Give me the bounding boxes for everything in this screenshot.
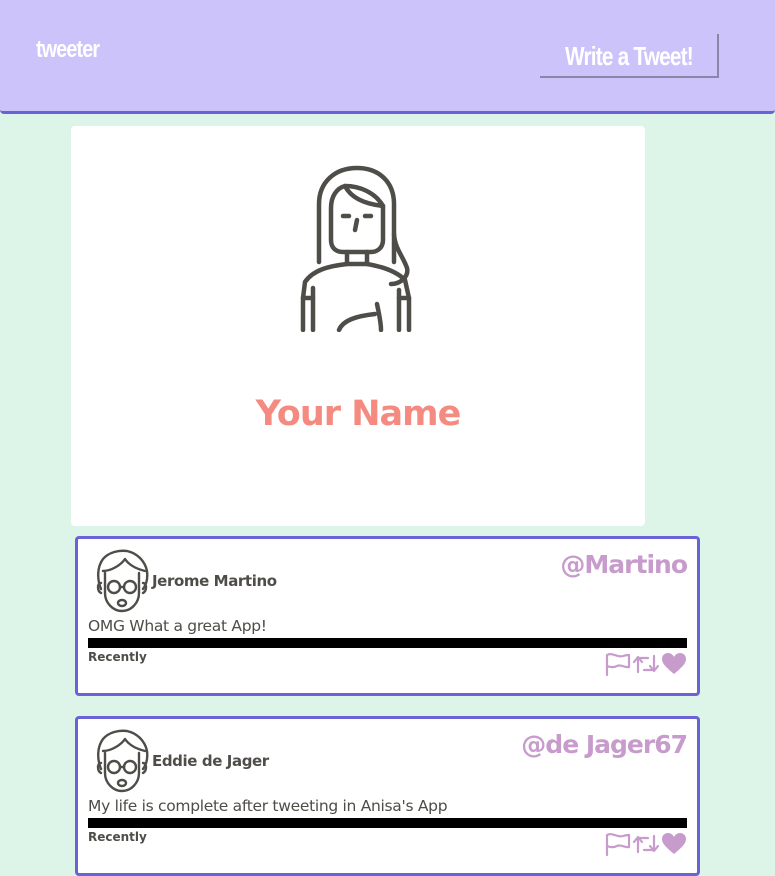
retweet-icon[interactable] [632,832,660,856]
man-with-glasses-avatar-icon [96,549,149,613]
tweet-timestamp: Recently [88,650,147,664]
tweet-divider [88,638,687,648]
tweet-actions [605,652,687,676]
retweet-icon[interactable] [632,652,660,676]
tweet-author-name: Jerome Martino [152,572,277,590]
write-tweet-button[interactable]: Write a Tweet! [540,34,719,78]
tweet-text: My life is complete after tweeting in An… [88,797,448,815]
woman-avatar-icon [300,165,412,332]
tweet-author-handle[interactable]: @de Jager67 [521,730,688,759]
heart-icon[interactable] [661,832,687,856]
brand-logo[interactable]: tweeter [36,36,100,64]
flag-icon[interactable] [605,832,631,856]
profile-name: Your Name [255,394,462,434]
tweet-author-name: Eddie de Jager [152,752,269,770]
profile-card: Your Name [71,126,645,526]
tweet-divider [88,818,687,828]
tweet-timestamp: Recently [88,830,147,844]
heart-icon[interactable] [661,652,687,676]
navbar: tweeter Write a Tweet! [0,0,775,114]
flag-icon[interactable] [605,652,631,676]
write-tweet-button-label: Write a Tweet! [564,41,694,71]
tweet-card: Jerome Martino @Martino OMG What a great… [75,536,700,696]
tweet-text: OMG What a great App! [88,617,267,635]
tweet-card: Eddie de Jager @de Jager67 My life is co… [75,716,700,876]
tweet-author-handle[interactable]: @Martino [560,550,688,579]
tweet-actions [605,832,687,856]
man-with-glasses-avatar-icon [96,729,149,793]
